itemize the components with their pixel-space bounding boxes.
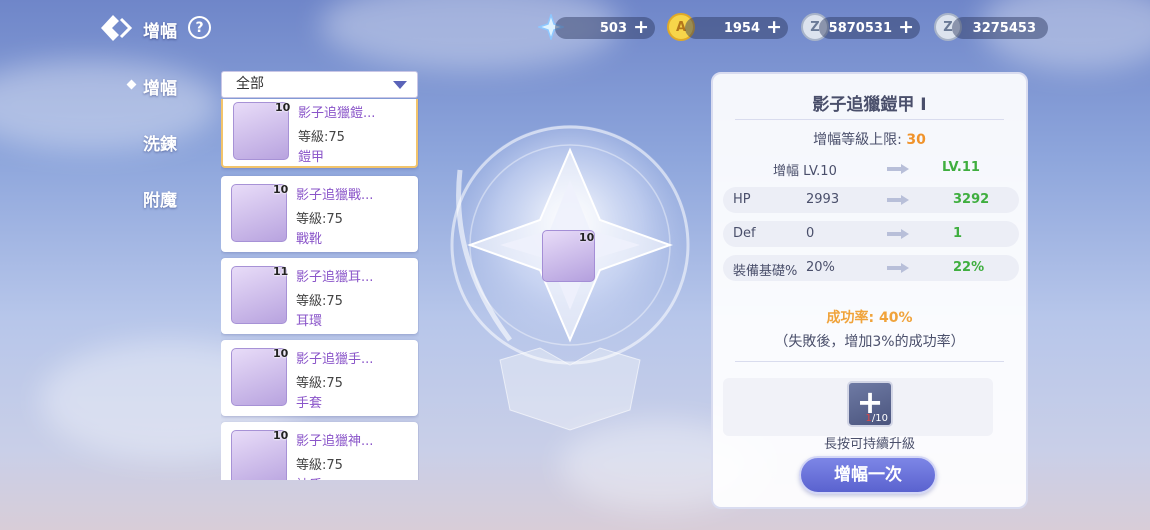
help-icon[interactable]: ? xyxy=(188,16,211,39)
tab-enhance[interactable]: 增幅 xyxy=(143,74,177,99)
item-name: 影子追獵戰... xyxy=(296,188,374,203)
material-slot[interactable]: + 1/10 xyxy=(847,381,893,427)
item-grade: 等級:75 xyxy=(296,376,343,391)
enhance-cap: 增幅等級上限: 30 xyxy=(713,129,1026,149)
divider xyxy=(735,361,1004,362)
item-type: 戰靴 xyxy=(296,232,323,247)
back-arrow-icon xyxy=(101,15,133,41)
item-level: 10 xyxy=(273,429,289,442)
level-to: LV.11 xyxy=(942,160,980,175)
equipment-filter-select[interactable]: 全部 xyxy=(221,71,418,98)
item-grade: 等級:75 xyxy=(296,212,343,227)
equipment-list[interactable]: 10 影子追獵鎧... 等級:75 鎧甲 10 影子追獵戰... 等級:75 戰… xyxy=(221,99,419,480)
item-name: 影子追獵耳... xyxy=(296,270,374,285)
add-crystal-button[interactable]: + xyxy=(633,17,649,38)
item-type: 神盾 xyxy=(296,474,322,480)
zeny-value: 5870531 xyxy=(828,20,892,36)
cloud xyxy=(0,60,220,150)
arrow-right-icon xyxy=(887,263,909,273)
fail-bonus-note: （失敗後，增加3%的成功率） xyxy=(774,334,965,350)
item-level: 11 xyxy=(273,265,289,278)
stat-name: 裝備基礎% xyxy=(733,264,798,279)
bound-zeny-value: 3275453 xyxy=(972,20,1036,36)
add-gold-button[interactable]: + xyxy=(766,17,782,38)
item-grade: 等級:75 xyxy=(296,458,343,473)
arrow-right-icon xyxy=(887,195,909,205)
chevron-down-icon xyxy=(393,81,407,89)
stat-new: 22% xyxy=(953,260,985,275)
divider xyxy=(735,119,1004,120)
equipment-item[interactable]: 10 影子追獵手... 等級:75 手套 xyxy=(221,340,418,416)
item-level: 10 xyxy=(275,101,291,114)
equipment-item[interactable]: 10 影子追獵鎧... 等級:75 鎧甲 xyxy=(221,99,418,168)
hold-to-upgrade-note: 長按可持續升級 xyxy=(823,437,915,452)
item-grade: 等級:75 xyxy=(298,130,345,145)
enhance-panel: 影子追獵鎧甲 I 增幅等級上限: 30 增幅 LV.10 LV.11 HP 29… xyxy=(711,72,1028,509)
back-button[interactable] xyxy=(98,12,136,44)
selected-equipment-level: 10 xyxy=(579,231,595,244)
equipment-item[interactable]: 10 影子追獵神... 等級:75 神盾 xyxy=(221,422,418,480)
stat-new: 3292 xyxy=(953,192,990,207)
add-zeny-button[interactable]: + xyxy=(898,17,914,38)
arrow-right-icon xyxy=(887,229,909,239)
item-grade: 等級:75 xyxy=(296,294,343,309)
cap-label: 增幅等級上限: xyxy=(813,132,902,148)
item-type: 手套 xyxy=(296,396,323,411)
stat-old: 2993 xyxy=(806,192,840,207)
equipment-item[interactable]: 11 影子追獵耳... 等級:75 耳環 xyxy=(221,258,418,334)
item-type: 耳環 xyxy=(296,314,323,329)
equipment-item[interactable]: 10 影子追獵戰... 等級:75 戰靴 xyxy=(221,176,418,252)
stat-old: 20% xyxy=(806,260,835,275)
crystal-value: 503 xyxy=(599,20,627,36)
item-name: 影子追獵鎧... xyxy=(298,106,376,121)
gold-counter: 1954 + xyxy=(685,17,788,39)
arrow-right-icon xyxy=(887,164,909,174)
material-count: 1/10 xyxy=(865,413,888,424)
success-rate: 成功率: 40% xyxy=(826,310,913,326)
tab-refine[interactable]: 洗鍊 xyxy=(143,130,177,155)
stat-name: Def xyxy=(733,226,756,241)
crystal-counter: 503 + xyxy=(555,17,655,39)
stat-new: 1 xyxy=(953,226,963,241)
page-title: 增幅 xyxy=(143,22,177,42)
stat-row: HP 2993 3292 xyxy=(723,187,1019,213)
stat-row: 裝備基礎% 20% 22% xyxy=(723,255,1019,281)
stat-name: HP xyxy=(733,192,751,207)
filter-selected-value: 全部 xyxy=(236,76,264,92)
item-name: 影子追獵手... xyxy=(296,352,374,367)
item-name: 影子追獵神... xyxy=(296,434,374,449)
stat-old: 0 xyxy=(806,226,815,241)
tab-enchant[interactable]: 附魔 xyxy=(143,186,177,211)
zeny-counter: 5870531 + xyxy=(819,17,920,39)
item-type: 鎧甲 xyxy=(298,150,325,165)
item-level: 10 xyxy=(273,183,289,196)
gold-value: 1954 xyxy=(723,20,760,36)
bound-zeny-counter: 3275453 xyxy=(952,17,1048,39)
enhance-once-button[interactable]: 增幅一次 xyxy=(799,456,937,494)
cap-value: 30 xyxy=(906,132,926,148)
level-from: 增幅 LV.10 xyxy=(773,164,837,179)
item-level: 10 xyxy=(273,347,289,360)
equipment-title: 影子追獵鎧甲 I xyxy=(812,95,927,115)
stat-row: Def 0 1 xyxy=(723,221,1019,247)
